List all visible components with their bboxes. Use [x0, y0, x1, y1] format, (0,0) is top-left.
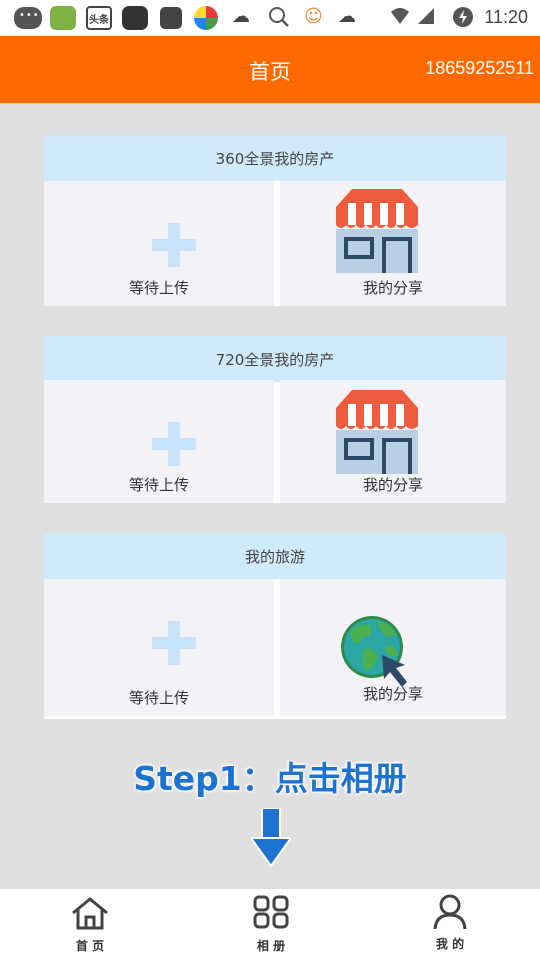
tab-label: 首 页	[75, 939, 105, 953]
person-icon	[432, 894, 468, 934]
weather-app-icon	[50, 6, 76, 30]
down-arrow-icon	[249, 807, 293, 872]
section-title: 我的旅游	[44, 533, 506, 579]
plus-icon	[152, 422, 196, 466]
plus-icon	[152, 223, 196, 267]
grid-icon	[253, 895, 289, 933]
share-label: 我的分享	[362, 476, 423, 494]
status-bar: 头条 ☁ ☺ ☁ 11:20	[0, 0, 540, 36]
upload-placeholder[interactable]: 等待上传	[44, 579, 274, 716]
storefront-icon	[334, 390, 420, 478]
clock: 11:20	[484, 7, 528, 27]
tab-label: 相 册	[256, 939, 286, 953]
app-header: 首页 18659252511	[0, 36, 540, 103]
share-item[interactable]: 我的分享	[280, 380, 506, 503]
section-card-720: 720全景我的房产 等待上传 我的分享	[44, 336, 506, 503]
upload-label: 等待上传	[128, 476, 189, 494]
bottom-tab-bar: 首 页 相 册 我 的	[0, 889, 540, 960]
chat-icon	[14, 7, 42, 29]
storefront-icon	[334, 189, 420, 277]
browser-icon	[122, 6, 148, 30]
upload-placeholder[interactable]: 等待上传	[44, 380, 274, 503]
chrome-icon	[194, 6, 218, 30]
app-icon	[160, 7, 182, 29]
section-card-travel: 我的旅游 等待上传 我的分享	[44, 533, 506, 719]
share-label: 我的分享	[362, 685, 423, 703]
battery-icon	[452, 6, 474, 33]
cloud-icon: ☁	[232, 6, 250, 27]
section-title: 360全景我的房产	[44, 135, 506, 181]
upload-placeholder[interactable]: 等待上传	[44, 181, 274, 306]
cloud-icon: ☁	[338, 6, 356, 27]
plus-icon	[152, 621, 196, 665]
step-instruction: Step1：点击相册	[133, 759, 407, 798]
wifi-icon	[390, 6, 410, 31]
tab-home[interactable]: 首 页	[40, 889, 140, 960]
section-title: 720全景我的房产	[44, 336, 506, 382]
upload-label: 等待上传	[128, 279, 189, 297]
share-item[interactable]: 我的分享	[280, 181, 506, 306]
tab-label: 我 的	[435, 937, 465, 951]
globe-cursor-icon	[340, 615, 412, 693]
tab-mine[interactable]: 我 的	[400, 889, 500, 960]
search-icon	[268, 6, 290, 33]
upload-label: 等待上传	[128, 689, 189, 707]
user-phone[interactable]: 18659252511	[425, 58, 534, 79]
share-item[interactable]: 我的分享	[280, 579, 506, 716]
face-icon: ☺	[304, 6, 323, 27]
tab-album[interactable]: 相 册	[221, 889, 321, 960]
section-card-360: 360全景我的房产 等待上传 我的分享	[44, 135, 506, 306]
news-icon: 头条	[86, 6, 112, 30]
signal-icon	[416, 6, 436, 31]
share-label: 我的分享	[362, 279, 423, 297]
home-icon	[70, 895, 110, 935]
